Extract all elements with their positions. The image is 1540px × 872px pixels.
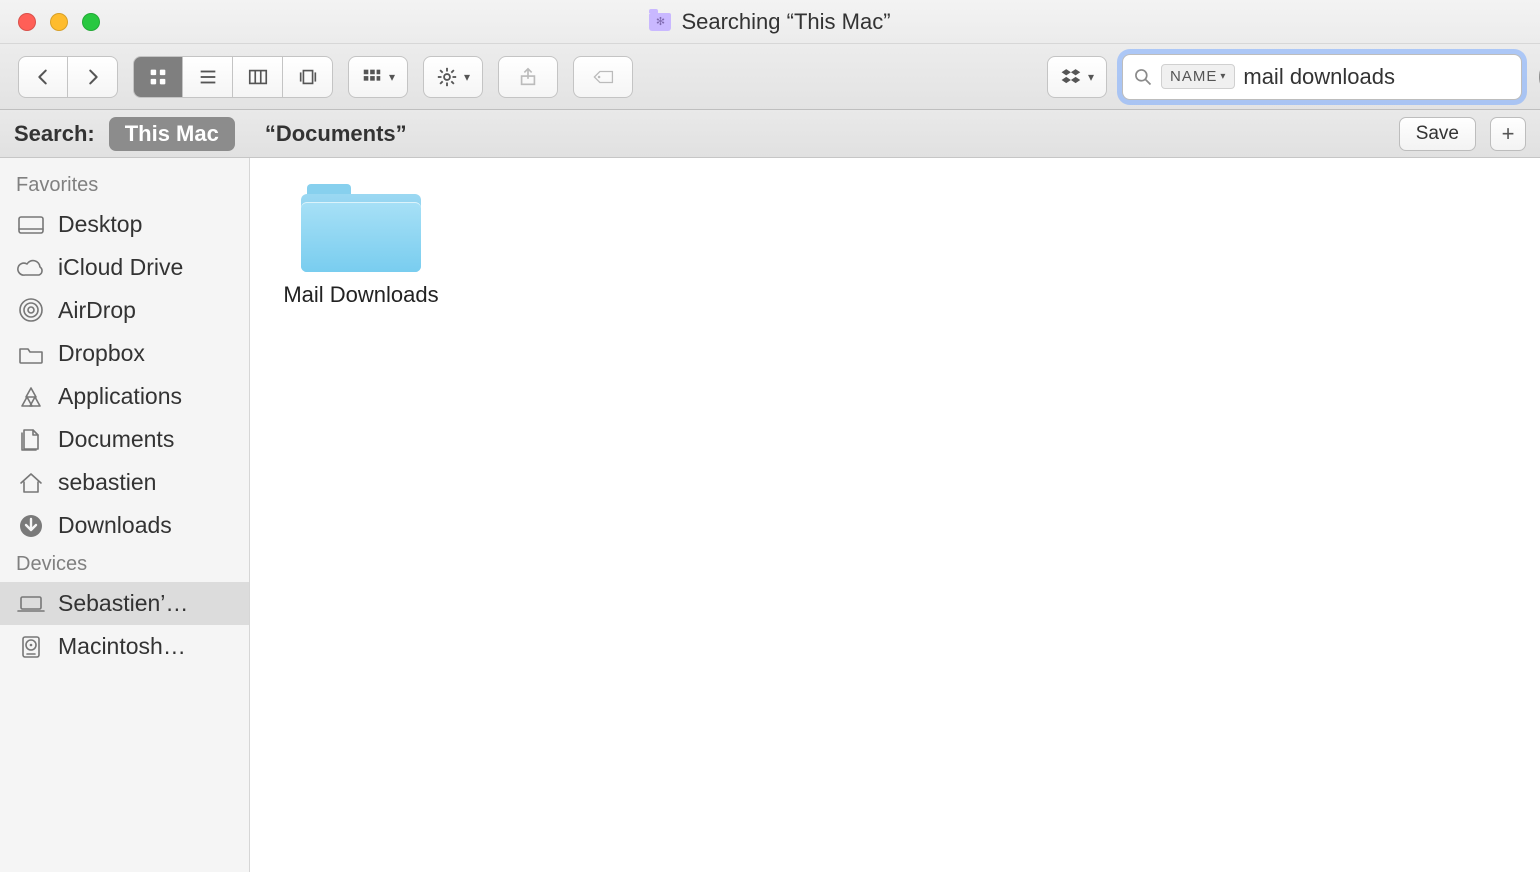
view-switcher: [133, 56, 333, 98]
results-area: Mail Downloads: [250, 158, 1540, 872]
arrange-button[interactable]: ▾: [348, 56, 408, 98]
sidebar-item[interactable]: Desktop: [0, 203, 249, 246]
titlebar: Searching “This Mac”: [0, 0, 1540, 44]
sidebar-item-label: Sebastien’…: [58, 590, 188, 617]
coverflow-icon: [297, 66, 319, 88]
sidebar-item-label: Dropbox: [58, 340, 145, 367]
list-view-button[interactable]: [183, 56, 233, 98]
save-search-button[interactable]: Save: [1399, 117, 1476, 151]
sidebar-item[interactable]: sebastien: [0, 461, 249, 504]
sidebar-item[interactable]: Documents: [0, 418, 249, 461]
list-icon: [197, 66, 219, 88]
apps-icon: [16, 384, 46, 410]
sidebar-item-label: Macintosh…: [58, 633, 186, 660]
back-button[interactable]: [18, 56, 68, 98]
share-button[interactable]: [498, 56, 558, 98]
hdd-icon: [16, 634, 46, 660]
search-field[interactable]: NAME ▾: [1122, 54, 1522, 100]
grid-icon: [147, 66, 169, 88]
dropbox-button[interactable]: ▾: [1047, 56, 1107, 98]
search-scope-bar: Search: This Mac “Documents” Save +: [0, 110, 1540, 158]
sidebar-item[interactable]: Sebastien’…: [0, 582, 249, 625]
cloud-icon: [16, 255, 46, 281]
window-controls: [0, 13, 100, 31]
chevron-right-icon: [82, 66, 104, 88]
search-token[interactable]: NAME ▾: [1161, 64, 1235, 89]
minimize-window-button[interactable]: [50, 13, 68, 31]
laptop-icon: [16, 591, 46, 617]
window-title: Searching “This Mac”: [0, 9, 1540, 35]
sidebar-item-label: Applications: [58, 383, 182, 410]
sidebar-item-label: sebastien: [58, 469, 156, 496]
download-icon: [16, 513, 46, 539]
sidebar-item-label: Documents: [58, 426, 174, 453]
sidebar-section-header: Favorites: [0, 168, 249, 203]
sidebar-item[interactable]: iCloud Drive: [0, 246, 249, 289]
chevron-down-icon: ▾: [464, 70, 470, 84]
scope-documents[interactable]: “Documents”: [249, 117, 423, 151]
airdrop-icon: [16, 298, 46, 324]
sidebar-item-label: AirDrop: [58, 297, 136, 324]
sidebar-item[interactable]: Downloads: [0, 504, 249, 547]
documents-icon: [16, 427, 46, 453]
close-window-button[interactable]: [18, 13, 36, 31]
zoom-window-button[interactable]: [82, 13, 100, 31]
search-icon: [1133, 67, 1153, 87]
sidebar-item[interactable]: AirDrop: [0, 289, 249, 332]
gear-icon: [436, 66, 458, 88]
dropbox-icon: [1060, 66, 1082, 88]
sidebar-item-label: Downloads: [58, 512, 172, 539]
chevron-down-icon: ▾: [1088, 70, 1094, 84]
forward-button[interactable]: [68, 56, 118, 98]
sidebar-item[interactable]: Applications: [0, 375, 249, 418]
sidebar-item[interactable]: Dropbox: [0, 332, 249, 375]
sidebar-section-header: Devices: [0, 547, 249, 582]
sidebar: Favorites Desktop iCloud Drive AirDrop Dropb…: [0, 158, 250, 872]
columns-icon: [247, 66, 269, 88]
edit-tags-button[interactable]: [573, 56, 633, 98]
arrange-icon: [361, 66, 383, 88]
share-icon: [517, 66, 539, 88]
scope-label: Search:: [14, 121, 95, 147]
chevron-left-icon: [32, 66, 54, 88]
chevron-down-icon: ▾: [1220, 71, 1226, 82]
tag-icon: [592, 66, 614, 88]
sidebar-item[interactable]: Macintosh…: [0, 625, 249, 668]
folder-icon: [301, 184, 421, 272]
chevron-down-icon: ▾: [389, 70, 395, 84]
search-input[interactable]: [1243, 64, 1531, 90]
desktop-icon: [16, 212, 46, 238]
folder-icon: [16, 341, 46, 367]
icon-view-button[interactable]: [133, 56, 183, 98]
sidebar-item-label: Desktop: [58, 211, 142, 238]
main-split: Favorites Desktop iCloud Drive AirDrop Dropb…: [0, 158, 1540, 872]
coverflow-view-button[interactable]: [283, 56, 333, 98]
nav-group: [18, 56, 118, 98]
add-criteria-button[interactable]: +: [1490, 117, 1526, 151]
scope-this-mac[interactable]: This Mac: [109, 117, 235, 151]
window-title-text: Searching “This Mac”: [681, 9, 890, 35]
home-icon: [16, 470, 46, 496]
result-label: Mail Downloads: [283, 282, 438, 308]
column-view-button[interactable]: [233, 56, 283, 98]
action-menu-button[interactable]: ▾: [423, 56, 483, 98]
toolbar: ▾ ▾ ▾ NAME ▾: [0, 44, 1540, 110]
result-item[interactable]: Mail Downloads: [276, 184, 446, 308]
search-token-label: NAME: [1170, 68, 1217, 85]
sidebar-item-label: iCloud Drive: [58, 254, 183, 281]
smart-folder-icon: [649, 13, 671, 31]
